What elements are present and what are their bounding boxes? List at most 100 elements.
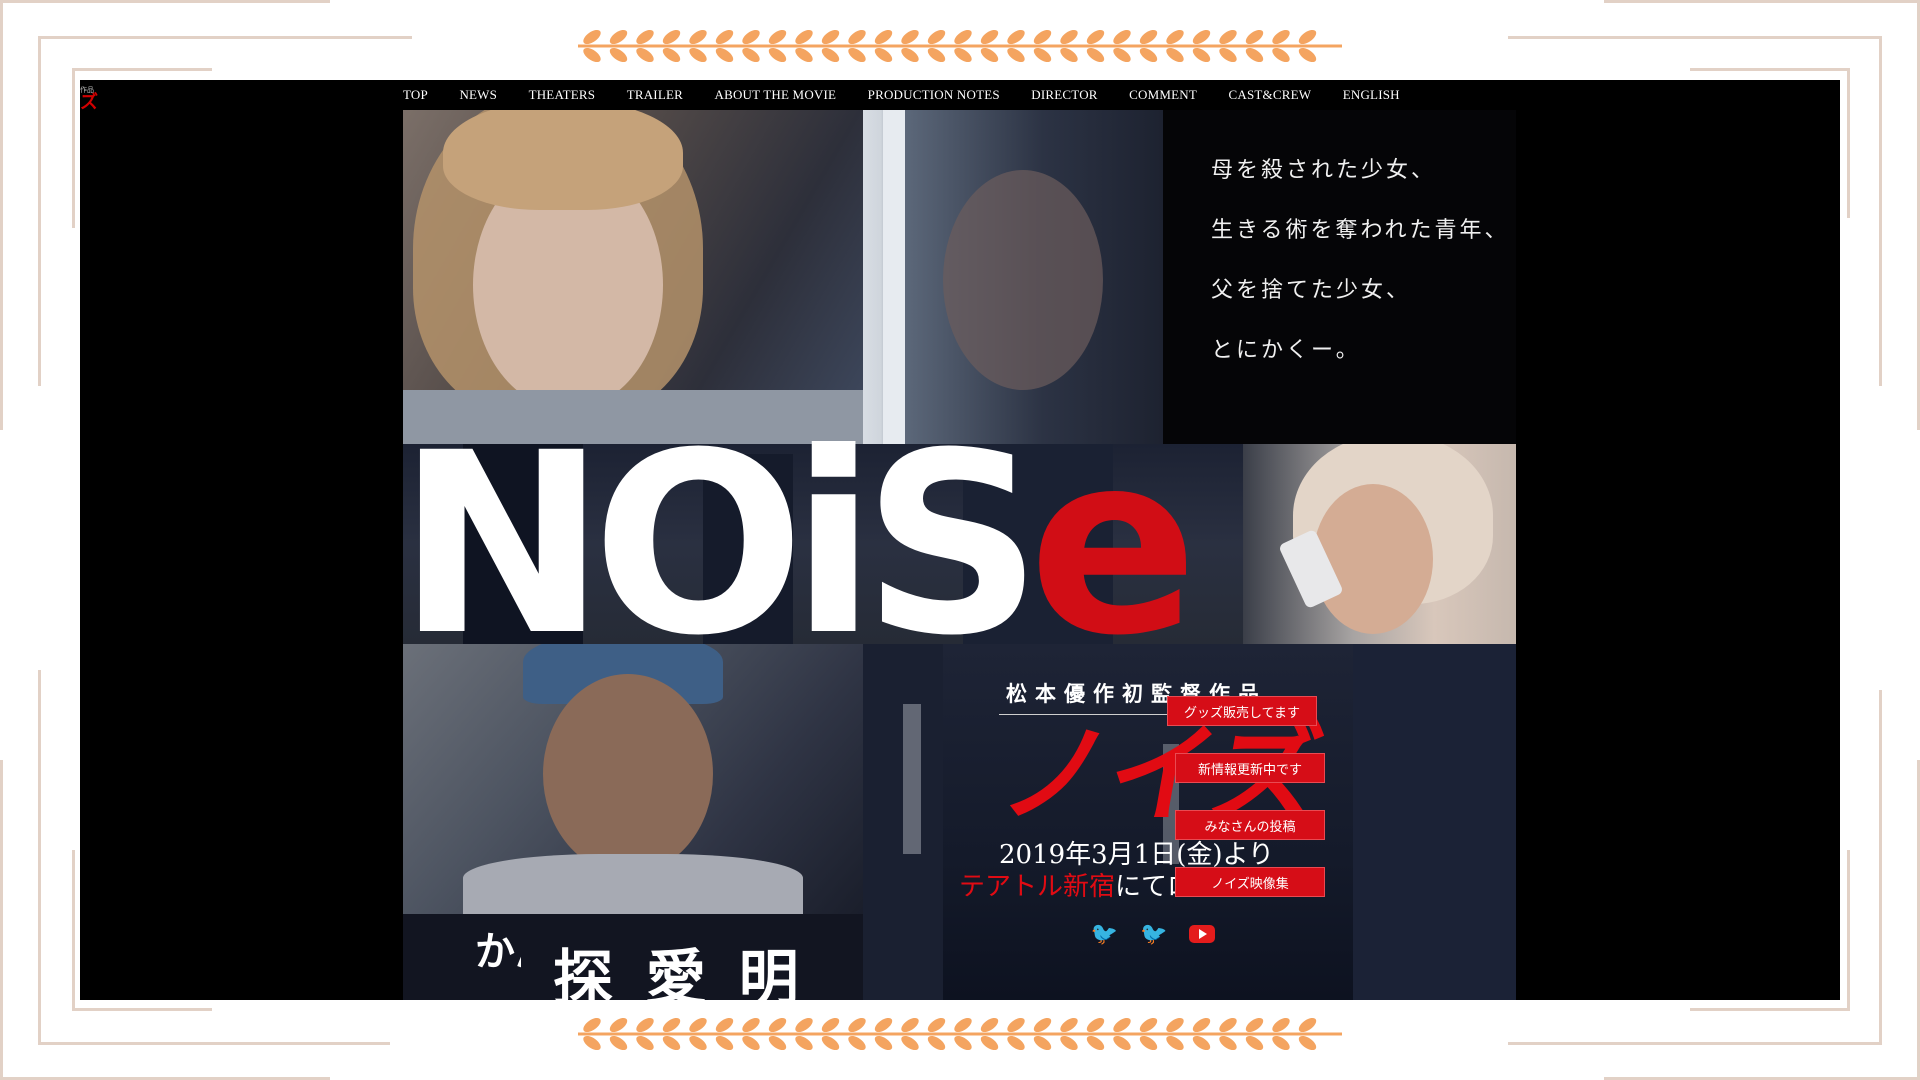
frame-line — [72, 850, 75, 1010]
leaf — [954, 1035, 972, 1051]
leaf — [742, 1035, 760, 1051]
leaf — [848, 1017, 866, 1033]
leaf — [1139, 29, 1158, 45]
leaf — [1245, 1017, 1264, 1033]
nav-top[interactable]: TOP — [403, 87, 428, 103]
leaf — [1245, 29, 1264, 45]
nav-news[interactable]: NEWS — [459, 87, 497, 103]
leaf — [848, 47, 866, 63]
leaf — [583, 1035, 601, 1051]
leaf — [1086, 47, 1105, 63]
nav-comment[interactable]: COMMENT — [1129, 87, 1197, 103]
leaf — [689, 47, 707, 63]
building-shape — [1353, 644, 1516, 1000]
leaf — [980, 47, 999, 63]
nav-english[interactable]: ENGLISH — [1343, 87, 1400, 103]
leaf — [821, 1035, 840, 1051]
leaf — [609, 47, 628, 63]
leaf — [768, 1035, 787, 1051]
leaf — [901, 1017, 919, 1033]
leaf — [1060, 29, 1078, 45]
leaf — [742, 47, 760, 63]
leaf — [1272, 47, 1290, 63]
frame-line — [1847, 850, 1850, 1010]
leaf — [821, 29, 840, 45]
main-nav: TOP NEWS THEATERS TRAILER ABOUT THE MOVI… — [403, 80, 1431, 110]
leaf — [1192, 29, 1211, 45]
leaf — [1272, 1017, 1290, 1033]
leaf — [1060, 1035, 1078, 1051]
frame-line — [1690, 68, 1850, 71]
frame-line — [72, 1008, 212, 1011]
leaf — [1272, 29, 1290, 45]
face-shape — [543, 674, 713, 874]
leaf — [1113, 1017, 1131, 1033]
site-logo[interactable]: 作品 ズ — [80, 86, 98, 130]
leaf — [662, 47, 681, 63]
nav-production-notes[interactable]: PRODUCTION NOTES — [868, 87, 1000, 103]
news-update-button[interactable]: 新情報更新中です — [1175, 753, 1325, 783]
video-collection-button[interactable]: ノイズ映像集 — [1175, 867, 1325, 897]
hero-key-visual: 母を殺された少女、 生きる術を奪われた青年、 父を捨てた少女、 とにかくー。 N… — [403, 110, 1516, 1000]
leaf — [689, 1017, 707, 1033]
leaf — [662, 1017, 681, 1033]
nav-about-the-movie[interactable]: ABOUT THE MOVIE — [714, 87, 836, 103]
title-accent-letter: e — [1028, 399, 1199, 690]
leaf — [1113, 47, 1131, 63]
leaf-vine-top — [578, 29, 1342, 63]
leaf — [715, 47, 734, 63]
leaf — [1245, 47, 1264, 63]
leaf — [636, 1017, 654, 1033]
frame-line — [38, 670, 41, 1045]
fan-posts-button[interactable]: みなさんの投稿 — [1175, 810, 1325, 840]
leaf — [1007, 47, 1025, 63]
leaf — [821, 47, 840, 63]
leaf — [927, 47, 946, 63]
leaf — [795, 47, 813, 63]
leaf — [795, 1035, 813, 1051]
leaf — [980, 1017, 999, 1033]
leaf — [954, 29, 972, 45]
leaf — [874, 29, 893, 45]
leaf — [1298, 1035, 1317, 1051]
leaf — [715, 29, 734, 45]
goods-sale-button[interactable]: グッズ販売してます — [1167, 696, 1317, 726]
leaf — [927, 1035, 946, 1051]
leaf — [1272, 1035, 1290, 1051]
cast-name-large: 探 愛 明 — [553, 944, 805, 1000]
frame-line — [1508, 36, 1882, 39]
frame-line — [72, 68, 75, 228]
frame-line — [1847, 68, 1850, 218]
leaf — [1245, 1035, 1264, 1051]
frame-line — [38, 36, 412, 39]
leaf — [715, 1035, 734, 1051]
window-frame-shape — [883, 110, 905, 444]
frame-line — [1879, 36, 1882, 386]
twitter-icon[interactable]: 🐦 — [1091, 922, 1118, 947]
frame-line — [0, 760, 3, 1080]
leaf — [689, 1035, 707, 1051]
leaf — [980, 1035, 999, 1051]
release-date: 2019年3月1日(金)より — [999, 840, 1275, 870]
leaf — [583, 29, 601, 45]
leaf — [795, 29, 813, 45]
leaf — [927, 1017, 946, 1033]
leaf — [583, 47, 601, 63]
frame-line — [1879, 690, 1882, 1045]
twitter-icon[interactable]: 🐦 — [1140, 922, 1167, 947]
leaf — [609, 1017, 628, 1033]
leaf — [1033, 29, 1052, 45]
frame-line — [38, 36, 41, 386]
nav-cast-crew[interactable]: CAST&CREW — [1229, 87, 1312, 103]
youtube-icon[interactable] — [1189, 925, 1216, 943]
leaf — [662, 29, 681, 45]
frame-line — [0, 0, 330, 3]
leaf — [1033, 47, 1052, 63]
leaf — [874, 47, 893, 63]
nav-trailer[interactable]: TRAILER — [627, 87, 683, 103]
leaf — [1086, 1017, 1105, 1033]
leaf — [689, 29, 707, 45]
nav-director[interactable]: DIRECTOR — [1031, 87, 1097, 103]
nav-theaters[interactable]: THEATERS — [529, 87, 596, 103]
theater-name[interactable]: テアトル新宿 — [959, 872, 1115, 902]
